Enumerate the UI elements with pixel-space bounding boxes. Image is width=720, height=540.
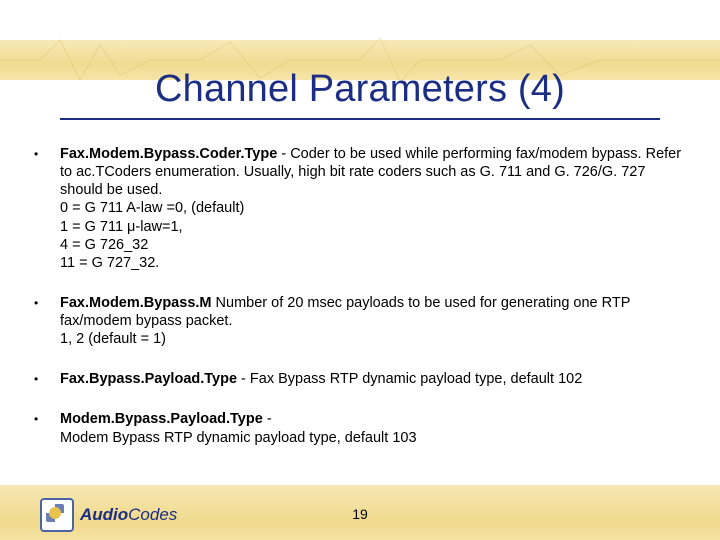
title-underline bbox=[60, 118, 660, 120]
param-name: Fax.Modem.Bypass.Coder.Type bbox=[60, 146, 277, 162]
bullet-item: • Modem.Bypass.Payload.Type - Modem Bypa… bbox=[30, 410, 690, 446]
bullet-icon: • bbox=[34, 296, 38, 311]
content-area: • Fax.Modem.Bypass.Coder.Type - Coder to… bbox=[30, 145, 690, 469]
bullet-icon: • bbox=[34, 412, 38, 427]
param-line: 1, 2 (default = 1) bbox=[60, 331, 166, 347]
param-line: 11 = G 727_32. bbox=[60, 255, 159, 271]
param-name: Modem.Bypass.Payload.Type bbox=[60, 411, 263, 427]
bullet-item: • Fax.Modem.Bypass.Coder.Type - Coder to… bbox=[30, 145, 690, 272]
slide-title: Channel Parameters (4) bbox=[0, 68, 720, 111]
param-line: 4 = G 726_32 bbox=[60, 237, 148, 253]
param-name: Fax.Modem.Bypass.M bbox=[60, 295, 212, 311]
param-line: 1 = G 711 μ-law=1, bbox=[60, 219, 183, 235]
bullet-item: • Fax.Modem.Bypass.M Number of 20 msec p… bbox=[30, 294, 690, 348]
bullet-icon: • bbox=[34, 372, 38, 387]
separator: - bbox=[263, 411, 272, 427]
page-number: 19 bbox=[0, 506, 720, 522]
param-line: Modem Bypass RTP dynamic payload type, d… bbox=[60, 430, 417, 446]
bullet-icon: • bbox=[34, 147, 38, 162]
slide: Channel Parameters (4) • Fax.Modem.Bypas… bbox=[0, 0, 720, 540]
bullet-list: • Fax.Modem.Bypass.Coder.Type - Coder to… bbox=[30, 145, 690, 447]
bullet-item: • Fax.Bypass.Payload.Type - Fax Bypass R… bbox=[30, 370, 690, 388]
param-line: 0 = G 711 A-law =0, (default) bbox=[60, 200, 244, 216]
separator: - bbox=[277, 146, 290, 162]
param-name: Fax.Bypass.Payload.Type bbox=[60, 371, 237, 387]
separator: - bbox=[237, 371, 250, 387]
param-desc: Fax Bypass RTP dynamic payload type, def… bbox=[250, 371, 582, 387]
